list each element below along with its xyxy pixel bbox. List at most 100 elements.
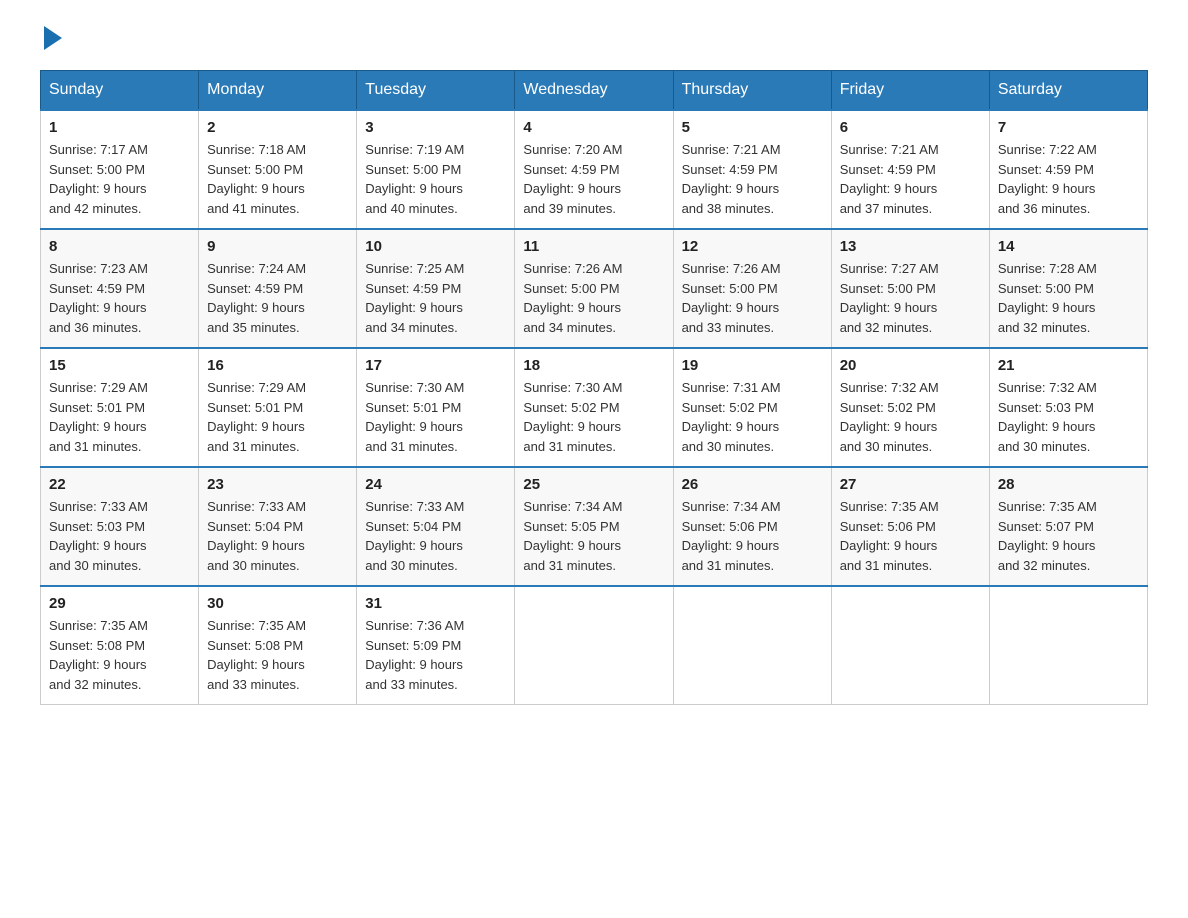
day-number: 12 xyxy=(682,238,823,255)
day-number: 9 xyxy=(207,238,348,255)
day-number: 31 xyxy=(365,595,506,612)
calendar-cell xyxy=(673,586,831,705)
day-number: 6 xyxy=(840,119,981,136)
calendar-cell: 1 Sunrise: 7:17 AM Sunset: 5:00 PM Dayli… xyxy=(41,110,199,229)
day-info: Sunrise: 7:36 AM Sunset: 5:09 PM Dayligh… xyxy=(365,616,506,694)
day-number: 17 xyxy=(365,357,506,374)
calendar-cell: 7 Sunrise: 7:22 AM Sunset: 4:59 PM Dayli… xyxy=(989,110,1147,229)
calendar-cell: 2 Sunrise: 7:18 AM Sunset: 5:00 PM Dayli… xyxy=(199,110,357,229)
calendar-cell: 29 Sunrise: 7:35 AM Sunset: 5:08 PM Dayl… xyxy=(41,586,199,705)
calendar-week-row: 29 Sunrise: 7:35 AM Sunset: 5:08 PM Dayl… xyxy=(41,586,1148,705)
calendar-cell: 3 Sunrise: 7:19 AM Sunset: 5:00 PM Dayli… xyxy=(357,110,515,229)
calendar-cell: 9 Sunrise: 7:24 AM Sunset: 4:59 PM Dayli… xyxy=(199,229,357,348)
day-info: Sunrise: 7:26 AM Sunset: 5:00 PM Dayligh… xyxy=(682,259,823,337)
day-info: Sunrise: 7:30 AM Sunset: 5:02 PM Dayligh… xyxy=(523,378,664,456)
day-number: 5 xyxy=(682,119,823,136)
day-number: 18 xyxy=(523,357,664,374)
day-info: Sunrise: 7:21 AM Sunset: 4:59 PM Dayligh… xyxy=(840,140,981,218)
day-info: Sunrise: 7:29 AM Sunset: 5:01 PM Dayligh… xyxy=(207,378,348,456)
calendar-cell: 17 Sunrise: 7:30 AM Sunset: 5:01 PM Dayl… xyxy=(357,348,515,467)
calendar-cell xyxy=(831,586,989,705)
day-of-week-header: Sunday xyxy=(41,71,199,111)
day-number: 2 xyxy=(207,119,348,136)
day-info: Sunrise: 7:32 AM Sunset: 5:02 PM Dayligh… xyxy=(840,378,981,456)
calendar-table: SundayMondayTuesdayWednesdayThursdayFrid… xyxy=(40,70,1148,705)
day-of-week-header: Saturday xyxy=(989,71,1147,111)
day-info: Sunrise: 7:33 AM Sunset: 5:03 PM Dayligh… xyxy=(49,497,190,575)
day-info: Sunrise: 7:21 AM Sunset: 4:59 PM Dayligh… xyxy=(682,140,823,218)
calendar-cell: 20 Sunrise: 7:32 AM Sunset: 5:02 PM Dayl… xyxy=(831,348,989,467)
day-number: 30 xyxy=(207,595,348,612)
day-info: Sunrise: 7:35 AM Sunset: 5:08 PM Dayligh… xyxy=(207,616,348,694)
day-number: 23 xyxy=(207,476,348,493)
day-info: Sunrise: 7:35 AM Sunset: 5:06 PM Dayligh… xyxy=(840,497,981,575)
calendar-cell: 14 Sunrise: 7:28 AM Sunset: 5:00 PM Dayl… xyxy=(989,229,1147,348)
calendar-week-row: 1 Sunrise: 7:17 AM Sunset: 5:00 PM Dayli… xyxy=(41,110,1148,229)
day-info: Sunrise: 7:29 AM Sunset: 5:01 PM Dayligh… xyxy=(49,378,190,456)
calendar-cell: 26 Sunrise: 7:34 AM Sunset: 5:06 PM Dayl… xyxy=(673,467,831,586)
day-number: 8 xyxy=(49,238,190,255)
day-info: Sunrise: 7:19 AM Sunset: 5:00 PM Dayligh… xyxy=(365,140,506,218)
calendar-cell: 16 Sunrise: 7:29 AM Sunset: 5:01 PM Dayl… xyxy=(199,348,357,467)
day-number: 25 xyxy=(523,476,664,493)
logo xyxy=(40,30,62,50)
calendar-week-row: 8 Sunrise: 7:23 AM Sunset: 4:59 PM Dayli… xyxy=(41,229,1148,348)
day-number: 14 xyxy=(998,238,1139,255)
calendar-cell: 12 Sunrise: 7:26 AM Sunset: 5:00 PM Dayl… xyxy=(673,229,831,348)
day-number: 20 xyxy=(840,357,981,374)
day-info: Sunrise: 7:33 AM Sunset: 5:04 PM Dayligh… xyxy=(365,497,506,575)
calendar-cell: 10 Sunrise: 7:25 AM Sunset: 4:59 PM Dayl… xyxy=(357,229,515,348)
day-info: Sunrise: 7:20 AM Sunset: 4:59 PM Dayligh… xyxy=(523,140,664,218)
calendar-cell: 6 Sunrise: 7:21 AM Sunset: 4:59 PM Dayli… xyxy=(831,110,989,229)
day-number: 28 xyxy=(998,476,1139,493)
calendar-cell: 22 Sunrise: 7:33 AM Sunset: 5:03 PM Dayl… xyxy=(41,467,199,586)
day-info: Sunrise: 7:25 AM Sunset: 4:59 PM Dayligh… xyxy=(365,259,506,337)
day-info: Sunrise: 7:26 AM Sunset: 5:00 PM Dayligh… xyxy=(523,259,664,337)
logo-triangle-icon xyxy=(44,26,62,50)
day-number: 1 xyxy=(49,119,190,136)
day-info: Sunrise: 7:17 AM Sunset: 5:00 PM Dayligh… xyxy=(49,140,190,218)
day-number: 15 xyxy=(49,357,190,374)
day-info: Sunrise: 7:27 AM Sunset: 5:00 PM Dayligh… xyxy=(840,259,981,337)
day-info: Sunrise: 7:33 AM Sunset: 5:04 PM Dayligh… xyxy=(207,497,348,575)
day-of-week-header: Tuesday xyxy=(357,71,515,111)
calendar-cell: 8 Sunrise: 7:23 AM Sunset: 4:59 PM Dayli… xyxy=(41,229,199,348)
day-number: 7 xyxy=(998,119,1139,136)
day-info: Sunrise: 7:22 AM Sunset: 4:59 PM Dayligh… xyxy=(998,140,1139,218)
calendar-cell xyxy=(989,586,1147,705)
day-number: 3 xyxy=(365,119,506,136)
calendar-cell: 19 Sunrise: 7:31 AM Sunset: 5:02 PM Dayl… xyxy=(673,348,831,467)
calendar-cell: 15 Sunrise: 7:29 AM Sunset: 5:01 PM Dayl… xyxy=(41,348,199,467)
calendar-week-row: 15 Sunrise: 7:29 AM Sunset: 5:01 PM Dayl… xyxy=(41,348,1148,467)
day-info: Sunrise: 7:35 AM Sunset: 5:07 PM Dayligh… xyxy=(998,497,1139,575)
calendar-cell: 30 Sunrise: 7:35 AM Sunset: 5:08 PM Dayl… xyxy=(199,586,357,705)
day-number: 24 xyxy=(365,476,506,493)
day-number: 27 xyxy=(840,476,981,493)
calendar-cell: 4 Sunrise: 7:20 AM Sunset: 4:59 PM Dayli… xyxy=(515,110,673,229)
day-info: Sunrise: 7:35 AM Sunset: 5:08 PM Dayligh… xyxy=(49,616,190,694)
day-of-week-header: Monday xyxy=(199,71,357,111)
day-number: 13 xyxy=(840,238,981,255)
day-number: 29 xyxy=(49,595,190,612)
calendar-cell xyxy=(515,586,673,705)
day-of-week-header: Thursday xyxy=(673,71,831,111)
day-info: Sunrise: 7:31 AM Sunset: 5:02 PM Dayligh… xyxy=(682,378,823,456)
day-info: Sunrise: 7:34 AM Sunset: 5:06 PM Dayligh… xyxy=(682,497,823,575)
day-info: Sunrise: 7:32 AM Sunset: 5:03 PM Dayligh… xyxy=(998,378,1139,456)
day-of-week-header: Friday xyxy=(831,71,989,111)
calendar-week-row: 22 Sunrise: 7:33 AM Sunset: 5:03 PM Dayl… xyxy=(41,467,1148,586)
day-number: 4 xyxy=(523,119,664,136)
calendar-header-row: SundayMondayTuesdayWednesdayThursdayFrid… xyxy=(41,71,1148,111)
calendar-cell: 21 Sunrise: 7:32 AM Sunset: 5:03 PM Dayl… xyxy=(989,348,1147,467)
day-number: 19 xyxy=(682,357,823,374)
calendar-cell: 11 Sunrise: 7:26 AM Sunset: 5:00 PM Dayl… xyxy=(515,229,673,348)
calendar-cell: 5 Sunrise: 7:21 AM Sunset: 4:59 PM Dayli… xyxy=(673,110,831,229)
calendar-cell: 18 Sunrise: 7:30 AM Sunset: 5:02 PM Dayl… xyxy=(515,348,673,467)
day-number: 16 xyxy=(207,357,348,374)
day-number: 21 xyxy=(998,357,1139,374)
calendar-cell: 31 Sunrise: 7:36 AM Sunset: 5:09 PM Dayl… xyxy=(357,586,515,705)
day-number: 22 xyxy=(49,476,190,493)
calendar-cell: 13 Sunrise: 7:27 AM Sunset: 5:00 PM Dayl… xyxy=(831,229,989,348)
day-info: Sunrise: 7:24 AM Sunset: 4:59 PM Dayligh… xyxy=(207,259,348,337)
day-info: Sunrise: 7:34 AM Sunset: 5:05 PM Dayligh… xyxy=(523,497,664,575)
